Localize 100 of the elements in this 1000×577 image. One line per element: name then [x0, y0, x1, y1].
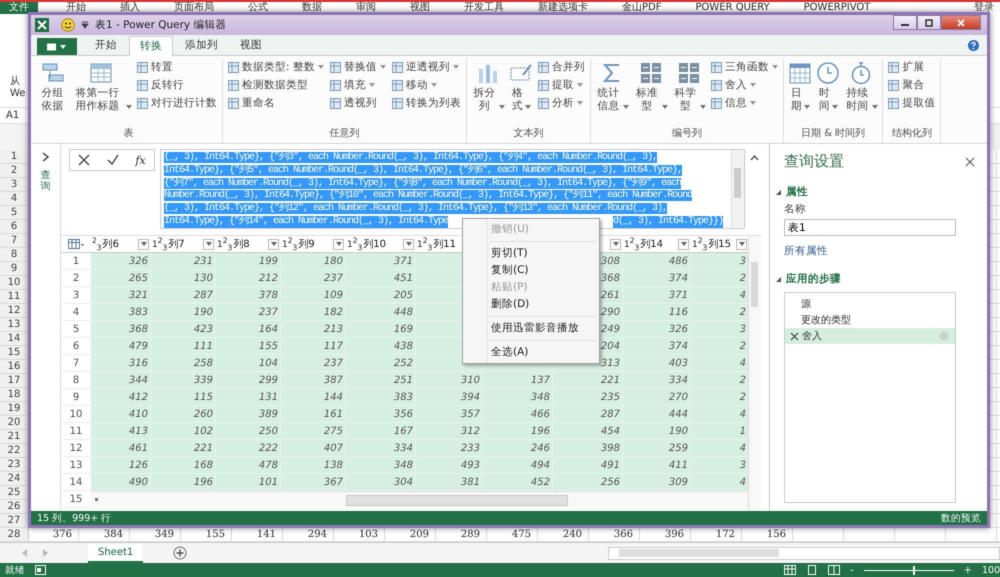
- excel-tab[interactable]: POWER QUERY: [689, 2, 776, 14]
- file-menu-button[interactable]: [37, 38, 77, 55]
- step-item[interactable]: 更改的类型: [785, 312, 955, 328]
- ribbon-button[interactable]: 合并列: [536, 59, 588, 75]
- all-properties-link[interactable]: 所有属性: [784, 244, 975, 258]
- filter-button[interactable]: [610, 238, 621, 250]
- ribbon-button[interactable]: 分析: [536, 95, 588, 111]
- filter-button[interactable]: [736, 238, 747, 250]
- maximize-button[interactable]: [917, 15, 941, 30]
- add-sheet-icon[interactable]: [173, 546, 188, 560]
- normal-view-icon[interactable]: [784, 565, 796, 575]
- name-box[interactable]: A1: [6, 110, 20, 121]
- ribbon-button[interactable]: 分组依据: [38, 59, 68, 115]
- collapse-triangle-icon[interactable]: [776, 190, 781, 194]
- ribbon-button[interactable]: 对行进行计数: [134, 95, 219, 111]
- excel-tab[interactable]: 新建选项卡: [532, 2, 594, 14]
- smiley-icon[interactable]: [61, 18, 75, 32]
- excel-tab[interactable]: 审阅: [350, 2, 382, 14]
- cancel-icon[interactable]: [78, 154, 90, 166]
- filter-button[interactable]: [203, 238, 214, 250]
- ribbon-button[interactable]: 替换值: [328, 59, 388, 75]
- zoom-in-button[interactable]: +: [964, 564, 972, 576]
- help-icon[interactable]: [968, 40, 979, 50]
- page-break-icon[interactable]: [828, 565, 840, 575]
- queries-label[interactable]: 查询: [40, 170, 50, 192]
- ribbon-button[interactable]: 重命名: [226, 95, 326, 111]
- excel-tab[interactable]: 开发工具: [458, 2, 510, 14]
- ribbon-button[interactable]: 标准型: [632, 59, 669, 115]
- filter-button[interactable]: [268, 238, 279, 250]
- step-item[interactable]: 舍入: [785, 328, 955, 344]
- sheet-tab[interactable]: Sheet1: [88, 544, 144, 562]
- excel-tab[interactable]: POWERPIVOT: [798, 2, 876, 14]
- excel-tab[interactable]: 插入: [114, 2, 146, 14]
- ribbon-button[interactable]: 统计信息: [594, 59, 630, 115]
- ribbon-button[interactable]: 科学型: [670, 59, 707, 115]
- step-item[interactable]: 源: [785, 296, 955, 312]
- minimize-button[interactable]: [893, 15, 917, 30]
- column-header[interactable]: 列9: [298, 237, 332, 251]
- ribbon-button[interactable]: 将第一行用作标题: [69, 59, 133, 115]
- ribbon-tab[interactable]: 开始: [85, 36, 127, 55]
- ribbon-button[interactable]: 逆透视列: [390, 59, 463, 75]
- vertical-scrollbar[interactable]: [748, 236, 761, 511]
- ribbon-button[interactable]: 时间: [814, 59, 841, 115]
- ribbon-button[interactable]: 持续时间: [842, 59, 880, 115]
- ribbon-button[interactable]: 数据类型: 整数: [226, 59, 326, 75]
- column-header[interactable]: 列15: [708, 237, 735, 251]
- expand-icon[interactable]: [42, 152, 50, 162]
- excel-tab[interactable]: 视图: [404, 2, 436, 14]
- filter-button[interactable]: [403, 238, 414, 250]
- excel-tab[interactable]: 数据: [296, 2, 328, 14]
- login-link[interactable]: 登录: [974, 2, 994, 14]
- ribbon-button[interactable]: 拆分列: [470, 59, 506, 115]
- horizontal-scrollbar[interactable]: [608, 546, 1000, 560]
- ribbon-button[interactable]: 舍入: [708, 77, 780, 93]
- close-button[interactable]: [941, 15, 981, 30]
- table-cell: 374: [623, 338, 691, 355]
- page-layout-icon[interactable]: [806, 565, 818, 575]
- excel-tab[interactable]: 金山PDF: [616, 2, 668, 14]
- ribbon-button[interactable]: 转置: [134, 59, 219, 75]
- ribbon-button[interactable]: 提取值: [886, 95, 938, 111]
- zoom-out-button[interactable]: -: [850, 564, 854, 576]
- collapse-icon[interactable]: [750, 155, 759, 161]
- column-header[interactable]: 列8: [233, 237, 267, 251]
- vertical-scrollbar[interactable]: [731, 150, 744, 228]
- filter-button[interactable]: [333, 238, 344, 250]
- excel-tab[interactable]: 公式: [242, 2, 274, 14]
- ribbon-button[interactable]: 转换为列表: [390, 95, 463, 111]
- horizontal-scrollbar[interactable]: [91, 491, 748, 508]
- macro-icon[interactable]: [35, 565, 46, 575]
- ribbon-button[interactable]: 扩展: [886, 59, 938, 75]
- ribbon-tab[interactable]: 转换: [129, 36, 173, 56]
- ribbon-tab[interactable]: 视图: [230, 36, 272, 55]
- ribbon-button[interactable]: 格式: [508, 59, 534, 115]
- filter-button[interactable]: [138, 238, 149, 250]
- ribbon-button[interactable]: 检测数据类型: [226, 77, 326, 93]
- ribbon-button[interactable]: 反转行: [134, 77, 219, 93]
- name-field[interactable]: 表1: [784, 219, 956, 236]
- ribbon-button[interactable]: 移动: [390, 77, 463, 93]
- ribbon-button[interactable]: 透视列: [328, 95, 388, 111]
- column-header[interactable]: 列10: [363, 237, 402, 251]
- column-header[interactable]: 列6: [102, 237, 137, 251]
- ribbon-button[interactable]: 三角函数: [708, 59, 780, 75]
- ribbon-button[interactable]: 填充: [328, 77, 388, 93]
- delete-icon[interactable]: [790, 332, 799, 340]
- filter-button[interactable]: [678, 238, 689, 250]
- ribbon-tab[interactable]: 添加列: [175, 36, 228, 55]
- ribbon-button[interactable]: 提取: [536, 77, 588, 93]
- caret-icon[interactable]: [81, 21, 89, 29]
- column-header[interactable]: 列14: [640, 237, 677, 251]
- excel-tab[interactable]: 页面布局: [168, 2, 220, 14]
- check-icon[interactable]: [106, 154, 119, 166]
- table-menu-icon[interactable]: [68, 239, 84, 249]
- excel-tab[interactable]: 开始: [60, 2, 92, 14]
- function-button[interactable]: fx: [135, 154, 146, 166]
- ribbon-button[interactable]: 信息: [708, 95, 780, 111]
- ribbon-button[interactable]: 聚合: [886, 77, 938, 93]
- ribbon-button[interactable]: 日期: [786, 59, 813, 115]
- collapse-triangle-icon[interactable]: [776, 276, 781, 282]
- column-header[interactable]: 列7: [168, 237, 202, 251]
- close-icon[interactable]: [965, 156, 975, 166]
